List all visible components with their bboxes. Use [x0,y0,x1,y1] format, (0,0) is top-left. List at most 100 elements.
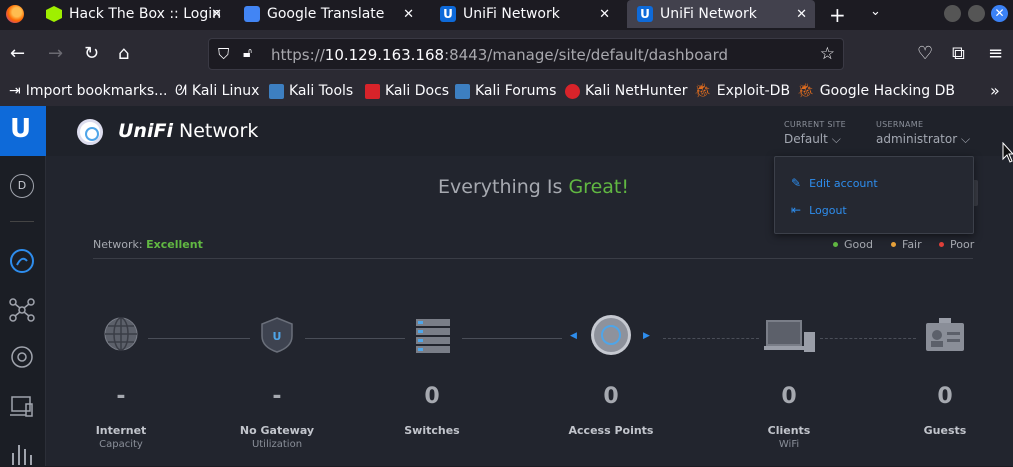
hamburger-menu-icon[interactable]: ≡ [988,43,1003,64]
ghdb-icon: 🐞︎ [797,83,815,99]
username-menu[interactable]: administrator ⌵ [876,132,970,147]
exploit-db-icon: 🐞︎ [694,83,712,99]
bookmark-exploit-db[interactable]: 🐞︎ Exploit-DB [694,83,790,99]
bookmark-kali-tools[interactable]: Kali Tools [269,83,353,99]
google-translate-favicon-icon [244,6,260,22]
stat-clients[interactable]: 0 Clients WiFi [729,384,849,450]
unifi-u-logo-icon: U [10,114,32,144]
username-label: USERNAME [876,120,924,129]
url-bar[interactable]: ⛉ 🔓︎ https://10.129.163.168:8443/manage/… [208,38,844,70]
list-all-tabs-icon[interactable]: ⌄ [870,4,881,19]
stat-access-points[interactable]: 0 Access Points [551,384,671,439]
reload-icon[interactable]: ↻ [84,43,99,64]
bookmarks-toolbar: ⇥ Import bookmarks... ᘛ Kali Linux Kali To… [0,78,1013,106]
bookmark-kali-nethunter[interactable]: Kali NetHunter [565,83,687,99]
close-tab-icon[interactable]: ✕ [403,7,414,22]
connector-line [148,338,250,339]
network-status: Network: Excellent [93,238,203,251]
bookmark-star-icon[interactable]: ☆ [820,44,835,64]
site-switcher-button[interactable]: D [10,174,34,198]
minimize-button[interactable] [944,5,961,22]
user-dropdown-menu: ✎ Edit account ⇤ Logout [774,156,974,234]
stat-gateway[interactable]: - No Gateway Utilization [217,384,337,450]
current-site-select[interactable]: Default ⌵ [784,132,841,147]
tab-title: Hack The Box :: Login [69,6,221,22]
home-icon[interactable]: ⌂ [118,43,129,64]
kali-nethunter-icon [565,83,580,99]
sidebar: U D [0,106,46,466]
new-tab-button[interactable]: + [829,3,846,27]
statistics-icon[interactable] [8,439,36,467]
kali-dragon-icon: ᘛ [175,83,187,99]
tab-unifi-active[interactable]: U UniFi Network ✕ [627,0,815,28]
clients-icon[interactable] [8,392,36,420]
dashboard-gauge-icon[interactable] [8,247,36,275]
unifi-brand-button[interactable]: U [0,106,46,156]
logout-menu-item[interactable]: ⇤ Logout [791,203,847,217]
kali-tools-icon [269,83,284,99]
devices-icon[interactable] [8,343,36,371]
pocket-icon[interactable]: ♡ [917,43,933,64]
mouse-cursor-icon [1002,142,1013,163]
insecure-lock-icon[interactable]: 🔓︎ [243,45,252,61]
internet-globe-icon[interactable] [103,316,139,352]
bookmark-import[interactable]: ⇥ Import bookmarks... [9,83,168,99]
unifi-app: U D UniFi Network CURRENT SITE Default ⌵… [0,106,1013,466]
extensions-icon[interactable]: ⧉ [952,43,965,64]
edit-account-menu-item[interactable]: ✎ Edit account [791,176,878,190]
url-text[interactable]: https://10.129.163.168:8443/manage/site/… [271,46,728,64]
tab-unifi-1[interactable]: U UniFi Network ✕ [440,0,618,28]
close-tab-icon[interactable]: ✕ [211,7,222,22]
unifi-favicon-icon: U [440,6,456,22]
clients-monitor-icon[interactable] [764,318,816,354]
legend-good: Good [833,238,873,251]
kali-forums-icon [455,83,470,99]
close-tab-icon[interactable]: ✕ [796,7,807,22]
connector-line [305,338,405,339]
bookmark-google-hacking-db[interactable]: 🐞︎ Google Hacking DB [797,83,955,99]
connector-line-dashed [663,338,759,339]
navigation-toolbar: ← → ↻ ⌂ ⛉ 🔓︎ https://10.129.163.168:8443… [0,30,1013,78]
tab-title: Google Translate [267,6,385,22]
gateway-shield-icon[interactable]: U [259,316,295,354]
switch-stack-icon[interactable] [415,318,451,354]
tab-title: UniFi Network [463,6,560,22]
guests-badge-icon[interactable] [925,317,965,353]
tab-title: UniFi Network [660,6,757,22]
logout-icon: ⇤ [791,203,802,217]
tab-hackthebox[interactable]: Hack The Box :: Login ✕ [46,0,224,28]
close-tab-icon[interactable]: ✕ [599,7,610,22]
arrow-left-icon: ◀ [570,331,577,341]
stat-guests[interactable]: 0 Guests [885,384,1005,439]
more-bookmarks-icon[interactable]: » [990,81,1000,100]
legend-poor: Poor [939,238,974,251]
topology-icon[interactable] [8,296,36,324]
unifi-favicon-icon: U [637,6,653,22]
app-title: UniFi Network [118,120,259,142]
svg-text:U: U [273,330,282,343]
access-point-icon[interactable] [590,314,632,356]
divider [93,258,973,259]
chevron-down-icon: ⌵ [831,132,841,146]
app-header: UniFi Network CURRENT SITE Default ⌵ USE… [46,106,1013,156]
kali-docs-icon [365,83,380,99]
import-icon: ⇥ [9,83,21,99]
back-arrow-icon[interactable]: ← [10,43,25,64]
stat-switches[interactable]: 0 Switches [372,384,492,439]
bookmark-kali-linux[interactable]: ᘛ Kali Linux [175,83,259,99]
maximize-button[interactable] [968,5,985,22]
firefox-logo-icon[interactable] [6,5,24,23]
hackthebox-favicon-icon [46,6,62,22]
close-window-button[interactable]: ✕ [991,5,1008,22]
bookmark-kali-docs[interactable]: Kali Docs [365,83,449,99]
bookmark-kali-forums[interactable]: Kali Forums [455,83,556,99]
chevron-down-icon: ⌵ [961,132,971,146]
tracking-shield-icon[interactable]: ⛉ [218,45,229,63]
current-site-label: CURRENT SITE [784,120,847,129]
stat-internet[interactable]: - Internet Capacity [61,384,181,450]
arrow-right-icon: ▶ [643,331,650,341]
forward-arrow-icon[interactable]: → [48,43,63,64]
connector-line [462,338,562,339]
tab-google-translate[interactable]: Google Translate ✕ [244,0,422,28]
tab-bar: Hack The Box :: Login ✕ Google Translate… [0,0,1013,30]
